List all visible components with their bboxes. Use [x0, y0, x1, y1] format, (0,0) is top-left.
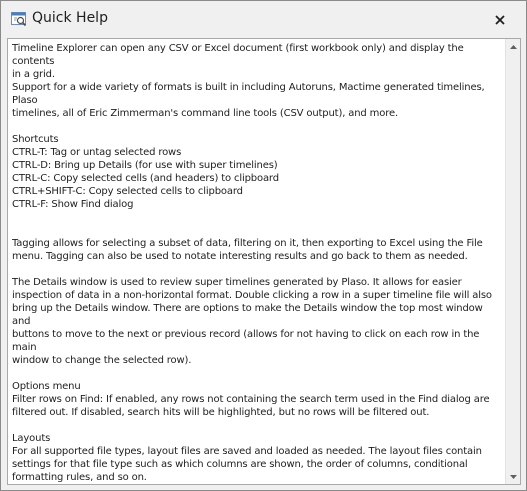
title-bar[interactable]: Quick Help: [1, 1, 526, 37]
window-title: Quick Help: [32, 10, 108, 26]
scroll-up-button[interactable]: [506, 39, 520, 54]
help-text-box[interactable]: Timeline Explorer can open any CSV or Ex…: [7, 38, 521, 485]
close-button[interactable]: [489, 9, 511, 31]
help-text: Timeline Explorer can open any CSV or Ex…: [12, 43, 492, 483]
vertical-scrollbar[interactable]: [505, 39, 520, 484]
help-window-icon: [11, 11, 27, 27]
scroll-down-button[interactable]: [506, 469, 520, 484]
quick-help-window: Quick Help Timeline Explorer can open an…: [0, 0, 527, 491]
scroll-up-arrow-icon: [510, 44, 517, 49]
scroll-down-arrow-icon: [510, 474, 517, 479]
close-icon: [495, 15, 505, 25]
